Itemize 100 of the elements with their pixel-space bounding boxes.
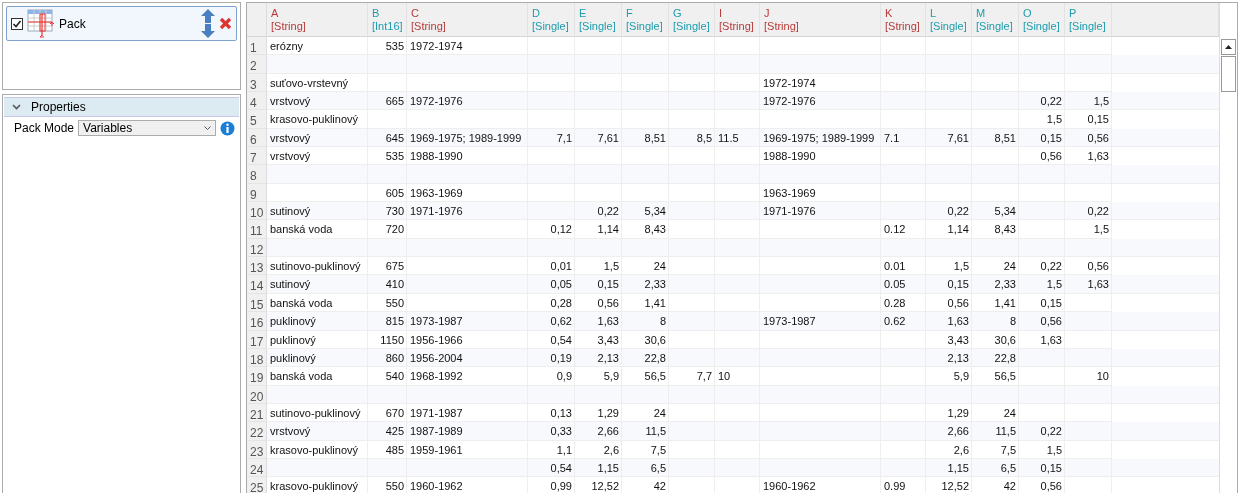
table-cell: 0,05 [528, 275, 575, 294]
row-number: 22 [247, 422, 267, 441]
table-cell: 720 [368, 220, 407, 239]
table-cell: 1,63 [1065, 275, 1112, 294]
table-cell: 30,6 [972, 330, 1019, 349]
table-cell: 10 [1065, 367, 1112, 386]
table-cell: 10 [715, 367, 760, 386]
table-cell: 0,15 [926, 275, 972, 294]
table-cell: 8 [622, 312, 669, 331]
scroll-up-button[interactable] [1221, 39, 1236, 55]
table-cell: 42 [972, 477, 1019, 493]
table-cell: 1973-1987 [760, 312, 881, 331]
table-cell: 1,1 [528, 440, 575, 459]
table-cell: 0,54 [528, 330, 575, 349]
table-cell: 410 [368, 275, 407, 294]
table-cell: 1960-1962 [407, 477, 528, 493]
row-number: 7 [247, 147, 267, 166]
layer-item[interactable]: Pack [6, 6, 237, 41]
table-cell: 1968-1992 [407, 367, 528, 386]
table-cell: 56,5 [622, 367, 669, 386]
table-cell: 2,6 [575, 440, 622, 459]
column-header[interactable]: O [Single] [1019, 3, 1065, 37]
table-cell: 1972-1976 [760, 92, 881, 111]
table-cell: 7,5 [622, 440, 669, 459]
table-cell: 1,14 [575, 220, 622, 239]
column-header[interactable]: C [String] [407, 3, 528, 37]
column-header[interactable]: D [Single] [528, 3, 575, 37]
table-cell: 1960-1962 [760, 477, 881, 493]
table-cell: 1,5 [1019, 275, 1065, 294]
scrollbar-thumb[interactable] [1221, 56, 1236, 92]
column-header[interactable]: K [String] [881, 3, 926, 37]
row-number: 8 [247, 165, 267, 184]
table-cell: krasovo-puklinový [267, 440, 368, 459]
table-cell: 3,43 [926, 330, 972, 349]
table-cell: 485 [368, 440, 407, 459]
column-header[interactable]: B [Int16] [368, 3, 407, 37]
section-title: Properties [31, 100, 86, 114]
table-cell: 1971-1976 [760, 202, 881, 221]
table-cell: krasovo-puklinový [267, 477, 368, 493]
table-cell: vrstvový [267, 422, 368, 441]
table-cell: 730 [368, 202, 407, 221]
table-cell: 0,22 [1065, 202, 1112, 221]
column-header[interactable]: F [Single] [622, 3, 669, 37]
table-cell: banská voda [267, 220, 368, 239]
close-icon[interactable] [219, 17, 232, 30]
table-cell: 1,5 [1019, 110, 1065, 129]
table-cell: 0,56 [1019, 477, 1065, 493]
row-number: 14 [247, 275, 267, 294]
table-cell: 30,6 [622, 330, 669, 349]
table-cell: 1,14 [926, 220, 972, 239]
row-number: 16 [247, 312, 267, 331]
column-header[interactable]: M [Single] [972, 3, 1019, 37]
move-up-icon[interactable] [201, 9, 215, 23]
column-header[interactable]: P [Single] [1065, 3, 1112, 37]
dropdown[interactable]: Variables [78, 120, 217, 136]
table-cell: 665 [368, 92, 407, 111]
table-cell: 5,34 [972, 202, 1019, 221]
table-icon [27, 8, 55, 39]
row-number: 1 [247, 37, 267, 56]
column-header[interactable]: I [String] [715, 3, 760, 37]
table-cell: 1,5 [1065, 92, 1112, 111]
checkbox[interactable] [11, 17, 23, 30]
table-cell: banská voda [267, 367, 368, 386]
column-header[interactable]: J [String] [760, 3, 881, 37]
table-cell: 8 [972, 312, 1019, 331]
properties-header[interactable]: Properties [4, 97, 239, 117]
table-cell: 1956-1966 [407, 330, 528, 349]
table-cell: 0,15 [575, 275, 622, 294]
table-cell: 1,63 [575, 312, 622, 331]
table-cell: 1973-1987 [407, 312, 528, 331]
table-cell: 1,5 [1019, 440, 1065, 459]
row-number: 10 [247, 202, 267, 221]
table-cell: 1150 [368, 330, 407, 349]
table-cell: 540 [368, 367, 407, 386]
column-header[interactable]: L [Single] [926, 3, 972, 37]
table-cell: 1,5 [1065, 220, 1112, 239]
table-cell: 2,66 [926, 422, 972, 441]
table-cell: puklinový [267, 312, 368, 331]
table-cell: 1,63 [926, 312, 972, 331]
move-down-icon[interactable] [201, 24, 215, 38]
table-cell: 11,5 [972, 422, 1019, 441]
table-cell: 42 [622, 477, 669, 493]
table-cell: puklinový [267, 330, 368, 349]
column-header[interactable]: G [Single] [669, 3, 715, 37]
info-icon[interactable] [220, 120, 236, 136]
caret-icon [204, 126, 212, 130]
table-cell: 5,9 [926, 367, 972, 386]
table-cell: 5,9 [575, 367, 622, 386]
table-cell: 0,99 [528, 477, 575, 493]
table-cell: 2,66 [575, 422, 622, 441]
field-label: Pack Mode [14, 121, 75, 135]
table-cell: 7,5 [972, 440, 1019, 459]
table-cell: 12,52 [575, 477, 622, 493]
table-cell: 2,33 [622, 275, 669, 294]
table-cell: 1,63 [1019, 330, 1065, 349]
column-header[interactable]: A [String] [267, 3, 368, 37]
up-arrow-icon [1225, 45, 1232, 49]
table-cell: 1959-1961 [407, 440, 528, 459]
column-header[interactable]: E [Single] [575, 3, 622, 37]
row-number: 5 [247, 110, 267, 129]
